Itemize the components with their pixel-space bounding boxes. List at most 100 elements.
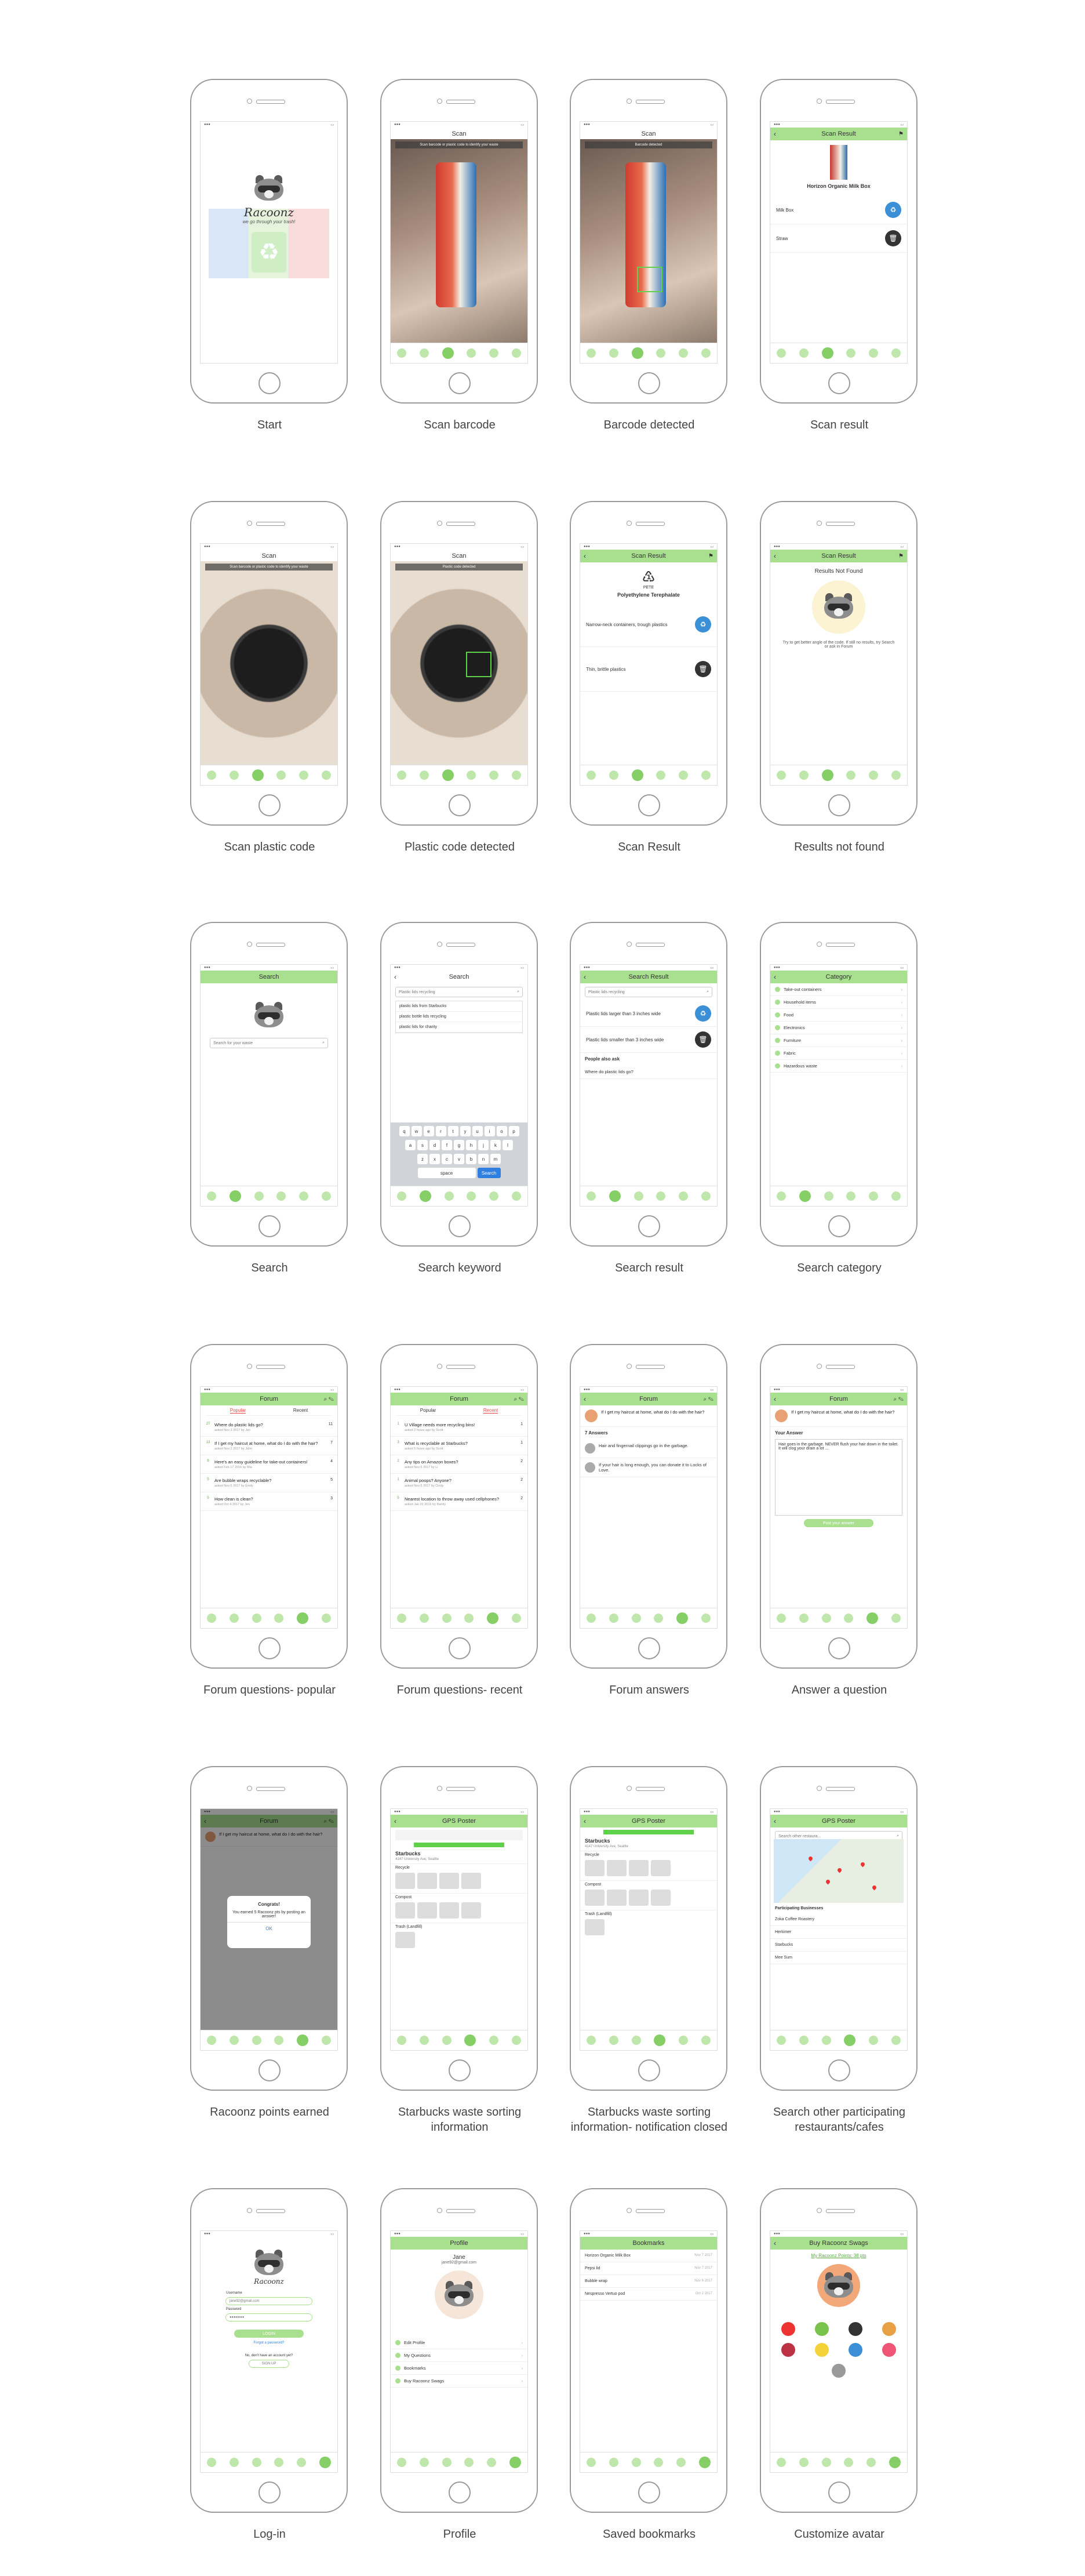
back-icon[interactable]: ‹ — [584, 973, 586, 981]
search-icon[interactable] — [419, 348, 429, 358]
location-icon[interactable] — [274, 1614, 284, 1623]
scan-icon[interactable] — [444, 1191, 454, 1201]
location-icon[interactable] — [656, 1191, 666, 1201]
key[interactable]: n — [478, 1154, 489, 1164]
home-button[interactable] — [258, 1215, 281, 1237]
forum-icon[interactable] — [868, 348, 878, 358]
map-pin-icon[interactable] — [836, 1867, 843, 1873]
location-icon[interactable] — [654, 1614, 664, 1623]
back-icon[interactable]: ‹ — [774, 1817, 776, 1825]
location-icon[interactable] — [846, 771, 856, 780]
swag-item[interactable] — [809, 2343, 835, 2357]
back-icon[interactable]: ‹ — [584, 552, 586, 560]
profile-icon[interactable] — [321, 2036, 331, 2045]
home-button[interactable] — [828, 372, 850, 394]
forum-icon[interactable] — [298, 771, 308, 780]
key[interactable]: g — [454, 1140, 464, 1150]
profile-icon[interactable] — [891, 2036, 901, 2045]
scan-icon[interactable] — [824, 1191, 833, 1201]
forum-icon[interactable] — [678, 771, 688, 780]
forum-actions[interactable]: ⌕ ✎ — [324, 1396, 334, 1403]
search-icon[interactable] — [229, 1614, 239, 1623]
location-icon[interactable] — [467, 1191, 476, 1201]
result-item[interactable]: Plastic lids smaller than 3 inches wide 🗑 — [580, 1027, 717, 1053]
scan-icon[interactable] — [633, 1191, 643, 1201]
question-row[interactable]: 27 Where do plastic lids go? asked Nov 3 2… — [201, 1418, 337, 1437]
post-answer-button[interactable]: Post your answer — [804, 1519, 873, 1527]
scan-icon[interactable] — [254, 1191, 264, 1201]
result-item[interactable]: Plastic lids larger than 3 inches wide ♻ — [580, 1001, 717, 1027]
suggestion-item[interactable]: plastic lids from Starbucks — [396, 1001, 522, 1012]
camera-view[interactable] — [391, 139, 527, 343]
scan-icon[interactable] — [442, 1614, 452, 1623]
forum-icon[interactable] — [678, 1191, 688, 1201]
search-icon[interactable] — [229, 2036, 239, 2045]
location-icon[interactable] — [464, 1614, 474, 1623]
home-icon[interactable] — [777, 1614, 787, 1623]
home-icon[interactable] — [397, 1614, 407, 1623]
key[interactable]: i — [484, 1126, 495, 1136]
home-icon[interactable] — [207, 2458, 217, 2467]
forum-actions[interactable]: ⌕ ✎ — [704, 1396, 714, 1403]
scan-icon[interactable] — [821, 347, 833, 359]
home-icon[interactable] — [397, 348, 407, 358]
scan-icon[interactable] — [631, 2036, 641, 2045]
search-input[interactable]: Search for your waste ⌕ — [210, 1038, 328, 1048]
bookmark-item[interactable]: Pepsi lid Nov 7 2017 — [580, 2262, 717, 2275]
scan-icon[interactable] — [821, 2458, 831, 2467]
username-field[interactable]: jane92@gmail.com — [225, 2297, 312, 2305]
check-in-bar[interactable] — [414, 1843, 504, 1847]
key[interactable]: u — [472, 1126, 483, 1136]
home-button[interactable] — [449, 372, 471, 394]
password-field[interactable]: ●●●●●●● — [225, 2313, 312, 2321]
home-button[interactable] — [449, 1637, 471, 1659]
search-key[interactable]: Search — [477, 1168, 501, 1178]
dialog-ok-button[interactable]: OK — [227, 1922, 311, 1931]
check-in-bar[interactable] — [603, 1830, 694, 1834]
scan-icon[interactable] — [252, 2458, 261, 2467]
home-button[interactable] — [828, 1637, 850, 1659]
home-icon[interactable] — [587, 1191, 596, 1201]
search-icon[interactable] — [609, 2036, 618, 2045]
search-icon[interactable] — [419, 2036, 429, 2045]
question-row[interactable]: 1 U Village needs more recycling bins! ask… — [391, 1418, 527, 1437]
key[interactable]: h — [466, 1140, 476, 1150]
forum-icon[interactable] — [296, 2034, 308, 2046]
home-button[interactable] — [449, 2481, 471, 2504]
result-item[interactable]: Milk Box ♻ — [770, 196, 907, 224]
key[interactable]: v — [454, 1154, 464, 1164]
result-item[interactable]: Straw 🗑 — [770, 224, 907, 253]
profile-icon[interactable] — [891, 771, 901, 780]
profile-icon[interactable] — [701, 348, 711, 358]
search-icon[interactable] — [799, 2036, 809, 2045]
location-icon[interactable] — [276, 1191, 286, 1201]
forum-icon[interactable] — [866, 2458, 876, 2467]
home-icon[interactable] — [207, 771, 217, 780]
profile-icon[interactable] — [889, 2457, 901, 2468]
location-icon[interactable] — [654, 2034, 666, 2046]
scan-icon[interactable] — [631, 769, 643, 781]
forum-icon[interactable] — [489, 2036, 498, 2045]
scan-icon[interactable] — [442, 2458, 452, 2467]
profile-icon[interactable] — [701, 771, 711, 780]
question-row[interactable]: 13 If I get my haircut at home, what do I… — [201, 1437, 337, 1455]
home-icon[interactable] — [587, 771, 596, 780]
home-button[interactable] — [449, 1215, 471, 1237]
scan-icon[interactable] — [821, 769, 833, 781]
location-icon[interactable] — [464, 2458, 474, 2467]
profile-icon[interactable] — [511, 348, 521, 358]
profile-icon[interactable] — [891, 1614, 901, 1623]
location-icon[interactable] — [656, 771, 666, 780]
home-button[interactable] — [449, 794, 471, 816]
profile-icon[interactable] — [319, 2457, 331, 2468]
swag-item[interactable] — [842, 2322, 869, 2336]
home-icon[interactable] — [207, 1191, 217, 1201]
camera-view[interactable] — [391, 561, 527, 765]
forum-icon[interactable] — [486, 1612, 498, 1624]
forum-icon[interactable] — [486, 2458, 496, 2467]
suggestion-item[interactable]: plastic lids for charity — [396, 1022, 522, 1033]
category-item[interactable]: Household items › — [770, 996, 907, 1009]
swag-item[interactable] — [825, 2364, 852, 2378]
search-input[interactable]: Plastic lids recycling ⌕ — [585, 987, 712, 997]
back-icon[interactable]: ‹ — [394, 973, 396, 981]
